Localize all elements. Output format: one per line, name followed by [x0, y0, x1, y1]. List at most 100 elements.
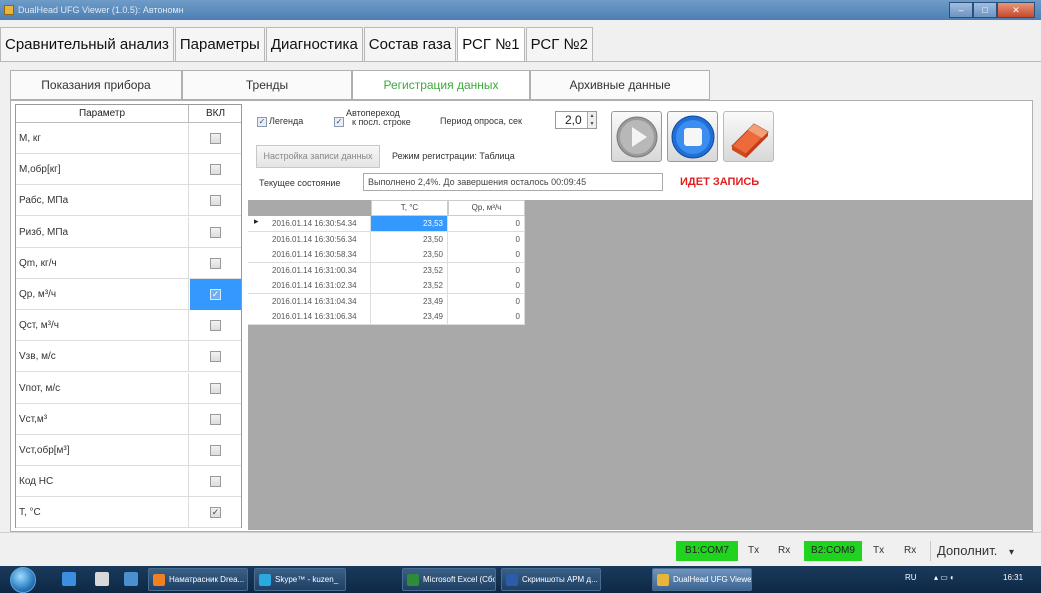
flow-cell[interactable]: 0 [448, 293, 525, 310]
parameter-row[interactable]: Qст, м³/ч [16, 310, 241, 342]
parameter-enabled-cell[interactable] [190, 435, 241, 466]
parameter-enabled-checkbox[interactable] [210, 320, 221, 332]
parameter-row[interactable]: Vст,м³ [16, 403, 241, 435]
timestamp-cell[interactable]: 2016.01.14 16:30:54.34 [248, 216, 371, 232]
parameter-enabled-cell[interactable]: ✓ [190, 279, 241, 310]
task-excel[interactable]: Microsoft Excel (Сбо... [402, 568, 496, 591]
parameter-enabled-checkbox[interactable] [210, 133, 221, 144]
timestamp-cell[interactable]: 2016.01.14 16:30:58.34 [248, 247, 371, 263]
task-word[interactable]: Скриншоты АРМ д... [501, 568, 601, 591]
start-button[interactable] [10, 567, 36, 593]
more-dropdown[interactable]: Дополнит. ▾ [930, 541, 1034, 561]
play-icon [616, 116, 658, 158]
parameter-row[interactable]: М,обр[кг] [16, 154, 241, 186]
flow-cell[interactable]: 0 [448, 247, 525, 263]
parameter-enabled-checkbox[interactable] [210, 413, 221, 425]
flow-cell[interactable]: 0 [448, 262, 525, 279]
tab-comparative-analysis[interactable]: Сравнительный анализ [0, 27, 174, 61]
temperature-cell[interactable]: 23,49 [371, 293, 448, 310]
parameter-row[interactable]: Ризб, МПа [16, 216, 241, 248]
timestamp-cell[interactable]: 2016.01.14 16:31:00.34 [248, 262, 371, 279]
column-header-flow: Qр, м³/ч [448, 200, 525, 216]
parameter-enabled-cell[interactable] [190, 373, 241, 404]
parameter-enabled-cell[interactable] [190, 404, 241, 435]
parameter-enabled-cell[interactable] [190, 217, 241, 248]
stop-recording-button[interactable] [667, 111, 718, 162]
flow-cell[interactable]: 0 [448, 278, 525, 294]
flow-cell[interactable]: 0 [448, 216, 525, 232]
parameter-row[interactable]: Qр, м³/ч ✓ [16, 279, 241, 310]
temperature-cell[interactable]: 23,49 [371, 309, 448, 325]
parameter-name: Qm, кг/ч [19, 247, 189, 279]
parameter-name: Qр, м³/ч [19, 279, 189, 310]
tab-data-logging[interactable]: Регистрация данных [352, 70, 530, 100]
tab-parameters[interactable]: Параметры [174, 27, 265, 61]
tray-icons[interactable]: ▴ ▭ ◐ [934, 573, 955, 582]
parameter-row[interactable]: М, кг [16, 123, 241, 154]
task-ufg-viewer[interactable]: DualHead UFG Viewe... [652, 568, 752, 591]
flow-cell[interactable]: 0 [448, 309, 525, 325]
temperature-cell[interactable]: 23,50 [371, 247, 448, 263]
browser-icon [153, 574, 165, 586]
parameter-enabled-cell[interactable] [190, 310, 241, 341]
parameter-enabled-checkbox[interactable]: ✓ [210, 507, 221, 519]
timestamp-cell[interactable]: 2016.01.14 16:31:06.34 [248, 309, 371, 325]
recording-settings-button[interactable]: Настройка записи данных [256, 145, 380, 168]
parameter-row[interactable]: Код НС [16, 466, 241, 498]
parameter-enabled-checkbox[interactable] [210, 164, 221, 176]
maximize-button[interactable]: □ [973, 2, 997, 18]
parameter-enabled-cell[interactable] [190, 248, 241, 279]
temperature-cell[interactable]: 23,52 [371, 278, 448, 294]
app-pin-icon[interactable] [124, 572, 138, 586]
timestamp-cell[interactable]: 2016.01.14 16:31:02.34 [248, 278, 371, 294]
timestamp-cell[interactable]: 2016.01.14 16:30:56.34 [248, 231, 371, 248]
explorer-icon[interactable] [95, 572, 109, 586]
parameter-enabled-checkbox[interactable] [210, 445, 221, 456]
parameter-enabled-cell[interactable] [190, 185, 241, 216]
flow-cell[interactable]: 0 [448, 231, 525, 248]
parameter-enabled-checkbox[interactable]: ✓ [210, 289, 221, 300]
task-browser[interactable]: Наматрасник Drea... [148, 568, 248, 591]
tab-device-readings[interactable]: Показания прибора [10, 70, 182, 100]
parameter-row[interactable]: Т, °С ✓ [16, 497, 241, 529]
autoscroll-checkbox[interactable]: ✓ [334, 117, 344, 127]
clear-data-button[interactable] [723, 111, 774, 162]
parameter-enabled-checkbox[interactable] [210, 257, 221, 269]
clock[interactable]: 16:31 [1003, 573, 1023, 582]
parameter-enabled-cell[interactable] [190, 154, 241, 185]
temperature-cell[interactable]: 23,50 [371, 231, 448, 248]
minimize-button[interactable]: – [949, 2, 973, 18]
start-recording-button[interactable] [611, 111, 662, 162]
parameter-enabled-checkbox[interactable] [210, 382, 221, 394]
poll-period-spinner[interactable]: 2,0 ▲ ▼ [555, 111, 597, 129]
parameter-enabled-checkbox[interactable] [210, 195, 221, 207]
temperature-cell[interactable]: 23,53 [371, 216, 448, 232]
legend-checkbox[interactable]: ✓ [257, 117, 267, 127]
parameter-row[interactable]: Рабс, МПа [16, 185, 241, 217]
parameter-row[interactable]: Qm, кг/ч [16, 247, 241, 279]
tab-archive-data[interactable]: Архивные данные [530, 70, 710, 100]
tab-diagnostics[interactable]: Диагностика [265, 27, 363, 61]
parameter-enabled-checkbox[interactable] [210, 476, 221, 488]
tab-rsg-2[interactable]: РСГ №2 [525, 27, 593, 61]
parameter-row[interactable]: Vпот, м/с [16, 372, 241, 404]
parameter-enabled-cell[interactable]: ✓ [190, 497, 241, 528]
parameter-enabled-cell[interactable] [190, 341, 241, 372]
ie-icon[interactable] [62, 572, 76, 586]
tab-rsg-1[interactable]: РСГ №1 [457, 27, 525, 61]
task-skype[interactable]: Skype™ - kuzen_ [254, 568, 346, 591]
stop-icon [671, 115, 715, 159]
parameter-row[interactable]: Vзв, м/с [16, 341, 241, 373]
timestamp-cell[interactable]: 2016.01.14 16:31:04.34 [248, 293, 371, 310]
parameter-row[interactable]: Vст,обр[м³] [16, 435, 241, 466]
temperature-cell[interactable]: 23,52 [371, 262, 448, 279]
close-button[interactable]: ✕ [997, 2, 1035, 18]
parameter-enabled-checkbox[interactable] [210, 351, 221, 363]
language-indicator[interactable]: RU [905, 573, 917, 582]
parameter-enabled-cell[interactable] [190, 466, 241, 497]
parameter-enabled-checkbox[interactable] [210, 226, 221, 238]
parameter-enabled-cell[interactable] [190, 123, 241, 154]
tab-trends[interactable]: Тренды [182, 70, 352, 100]
tab-gas-composition[interactable]: Состав газа [363, 27, 457, 61]
spinner-arrows[interactable]: ▲ ▼ [587, 112, 596, 128]
